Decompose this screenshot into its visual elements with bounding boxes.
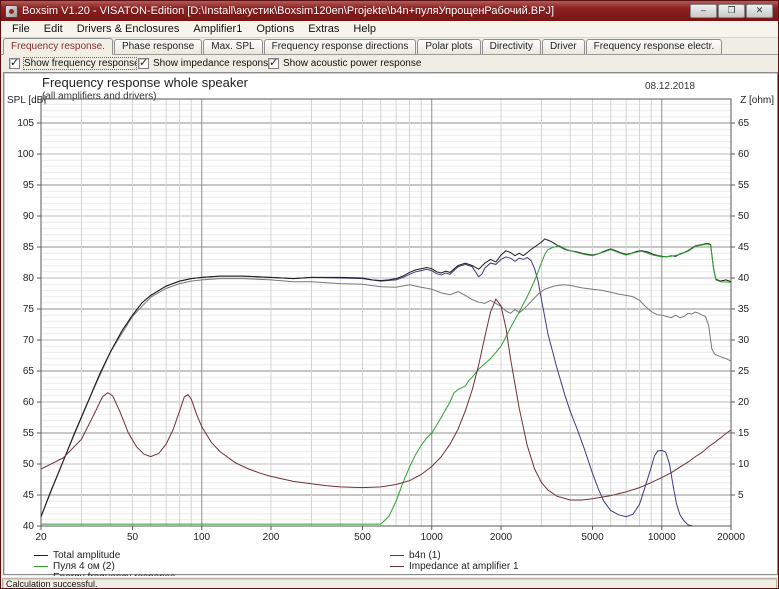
axis-tick-label: 20 [35, 532, 47, 543]
menu-item-extras[interactable]: Extras [301, 22, 346, 36]
axis-tick-label: 10000 [648, 532, 676, 543]
menu-item-drivers-enclosures[interactable]: Drivers & Enclosures [70, 22, 187, 36]
series-b4n-1- [41, 257, 693, 526]
restore-button[interactable]: ❐ [718, 4, 745, 18]
axis-tick-label: 60 [23, 397, 35, 408]
tab-phase-response[interactable]: Phase response [114, 39, 202, 54]
axis-tick-label: 500 [354, 532, 371, 543]
checkbox-box[interactable]: ✓ [268, 58, 279, 69]
close-button[interactable]: ✕ [746, 4, 773, 18]
axis-tick-label: 40 [23, 521, 35, 532]
checkbox-show-impedance-response[interactable]: ✓ Show impedance response [138, 56, 274, 70]
menu-bar: FileEditDrivers & EnclosuresAmplifier1Op… [1, 21, 778, 38]
axis-tick-label: 45 [23, 490, 35, 501]
checkbox-label: Show acoustic power response [283, 58, 421, 69]
checkbox-label: Show impedance response [153, 58, 274, 69]
check-icon: ✓ [269, 56, 278, 69]
tab-frequency-response-directions[interactable]: Frequency response directions [264, 39, 417, 54]
frequency-response-plot: 20 50 100 200 500 1000 2000 5000 10000 20000 40 45 5… [4, 97, 779, 549]
legend-color-dash [390, 566, 404, 567]
checkbox-show-frequency-response-of-single-driver[interactable]: ✓ Show frequency response of single drive… [9, 56, 136, 70]
legend-item-b4n-1-: b4n (1) [390, 550, 519, 560]
axis-tick-label: 50 [738, 211, 750, 222]
axis-tick-label: 5000 [581, 532, 604, 543]
legend-right-column: b4n (1)Impedance at amplifier 1 [390, 550, 519, 572]
legend-color-dash [390, 555, 404, 556]
axis-tick-label: 40 [738, 273, 750, 284]
axis-tick-label: 95 [23, 180, 35, 191]
tab-max-spl[interactable]: Max. SPL [203, 39, 262, 54]
window-title: Boxsim V1.20 - VISATON-Edition [D:\Insta… [22, 5, 554, 17]
legend-label: Total amplitude [53, 550, 120, 561]
check-icon: ✓ [10, 56, 19, 69]
axis-tick-label: 65 [23, 366, 35, 377]
tab-bar: Frequency response.Phase responseMax. SP… [1, 38, 778, 55]
legend-color-dash [34, 555, 48, 556]
status-message: Calculation successful. [2, 578, 777, 589]
axis-tick-label: 75 [23, 304, 35, 315]
axis-tick-label: 200 [263, 532, 280, 543]
chart-date: 08.12.2018 [645, 81, 695, 92]
menu-item-edit[interactable]: Edit [37, 22, 70, 36]
series-total-amplitude [41, 239, 731, 517]
menu-item-options[interactable]: Options [249, 22, 301, 36]
legend-label: Пуля 4 ом (2) [53, 561, 115, 572]
legend-item-impedance-at-amplifier-1: Impedance at amplifier 1 [390, 561, 519, 571]
axis-tick-label: 30 [738, 335, 750, 346]
app-icon [5, 5, 18, 18]
axis-tick-label: 100 [17, 149, 34, 160]
menu-item-help[interactable]: Help [346, 22, 383, 36]
legend-item--4-2-: Пуля 4 ом (2) [34, 561, 175, 571]
axis-tick-label: 90 [23, 211, 35, 222]
axis-tick-label: 65 [738, 118, 750, 129]
axis-tick-label: 45 [738, 242, 750, 253]
tab-polar-plots[interactable]: Polar plots [417, 39, 480, 54]
axis-tick-label: 105 [17, 118, 34, 129]
axis-tick-label: 10 [738, 459, 750, 470]
title-bar: Boxsim V1.20 - VISATON-Edition [D:\Insta… [1, 1, 778, 21]
checkbox-box[interactable]: ✓ [138, 58, 149, 69]
axis-tick-label: 20000 [717, 532, 745, 543]
legend-label: Impedance at amplifier 1 [409, 561, 519, 572]
tab-frequency-response-electr-[interactable]: Frequency response electr. [586, 39, 723, 54]
axis-tick-label: 80 [23, 273, 35, 284]
axis-tick-label: 100 [193, 532, 210, 543]
series--4-2- [41, 244, 731, 524]
checkbox-show-acoustic-power-response[interactable]: ✓ Show acoustic power response [268, 56, 421, 70]
checkbox-box[interactable]: ✓ [9, 58, 20, 69]
axis-tick-label: 60 [738, 149, 750, 160]
status-bar: Calculation successful. [1, 576, 778, 589]
axis-tick-label: 85 [23, 242, 35, 253]
axis-tick-label: 25 [738, 366, 750, 377]
chart-panel: Frequency response whole speaker (all am… [3, 72, 778, 575]
menu-item-file[interactable]: File [5, 22, 37, 36]
axis-tick-label: 55 [738, 180, 750, 191]
menu-item-amplifier1[interactable]: Amplifier1 [186, 22, 249, 36]
axis-tick-label: 1000 [421, 532, 444, 543]
axis-tick-label: 2000 [490, 532, 513, 543]
window-controls: – ❐ ✕ [690, 4, 773, 18]
axis-tick-label: 35 [738, 304, 750, 315]
axis-tick-label: 50 [23, 459, 35, 470]
legend-color-dash [34, 566, 48, 567]
tab-directivity[interactable]: Directivity [482, 39, 541, 54]
legend-label: b4n (1) [409, 550, 441, 561]
checkbox-row: ✓Show frequency response of single drive… [1, 55, 778, 71]
axis-tick-label: 50 [127, 532, 139, 543]
axis-tick-label: 20 [738, 397, 750, 408]
axis-tick-label: 70 [23, 335, 35, 346]
tab-driver[interactable]: Driver [542, 39, 585, 54]
axis-tick-label: 55 [23, 428, 35, 439]
tab-frequency-response-[interactable]: Frequency response. [3, 38, 113, 55]
app-window: Boxsim V1.20 - VISATON-Edition [D:\Insta… [0, 0, 779, 589]
legend-item-total-amplitude: Total amplitude [34, 550, 175, 560]
chart-title: Frequency response whole speaker [42, 75, 248, 90]
axis-tick-label: 5 [738, 490, 744, 501]
checkbox-label: Show frequency response of single driver… [24, 58, 136, 69]
plot-frame [41, 99, 731, 526]
axis-tick-label: 15 [738, 428, 750, 439]
series-energy-frequency-response [41, 279, 731, 517]
check-icon: ✓ [139, 56, 148, 69]
minimize-button[interactable]: – [690, 4, 717, 18]
